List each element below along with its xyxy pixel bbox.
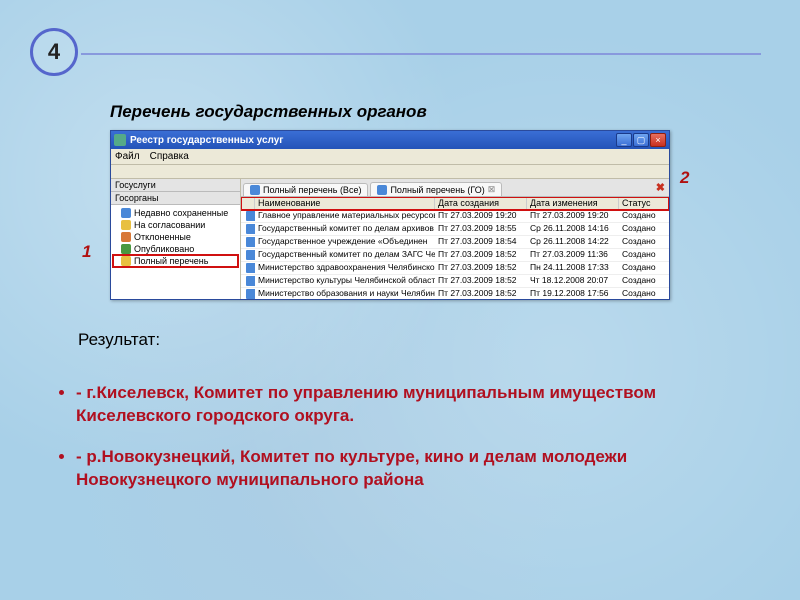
sidebar-item-published[interactable]: Опубликовано [113,243,238,255]
folder-icon [121,220,131,230]
folder-icon [121,256,131,266]
sidebar-section-gosuslugi[interactable]: Госуслуги [111,179,240,192]
toolbar [111,165,669,179]
sidebar-item-rejected[interactable]: Отклоненные [113,231,238,243]
table-row[interactable]: Государственный комитет по делам архивов… [241,223,669,236]
maximize-button[interactable]: ▢ [633,133,649,147]
cell-created: Пт 27.03.2009 18:52 [435,275,527,287]
tabbar: Полный перечень (Все) Полный перечень (Г… [241,179,669,197]
sidebar-section-gosorgany[interactable]: Госорганы [111,192,240,205]
tab-label: Полный перечень (Все) [263,185,361,195]
cell-modified: Пт 27.03.2009 19:20 [527,210,619,222]
menu-file[interactable]: Файл [115,151,140,162]
cell-modified: Пн 24.11.2008 17:33 [527,262,619,274]
app-icon [114,134,126,146]
window-title: Реестр государственных услуг [130,135,616,146]
cell-status: Создано [619,288,669,299]
sidebar: Госуслуги Госорганы Недавно сохраненные … [111,179,241,299]
cell-created: Пт 27.03.2009 18:52 [435,249,527,261]
row-icon [246,250,255,260]
cell-created: Пт 27.03.2009 18:52 [435,262,527,274]
sidebar-item-recent[interactable]: Недавно сохраненные [113,207,238,219]
sidebar-item-full-list[interactable]: Полный перечень [113,255,238,267]
menubar: Файл Справка [111,149,669,165]
sidebar-item-approval[interactable]: На согласовании [113,219,238,231]
cell-name: Министерство образования и науки Челябин… [255,288,435,299]
tab-icon [250,185,260,195]
cell-name: Государственный комитет по делам ЗАГС Че… [255,249,435,261]
cell-status: Создано [619,249,669,261]
slide-heading: Перечень государственных органов [110,102,427,122]
bullet-item: - г.Киселевск, Комитет по управлению мун… [76,382,740,428]
slide-number-badge: 4 [30,28,78,76]
cell-modified: Ср 26.11.2008 14:16 [527,223,619,235]
app-window: Реестр государственных услуг _ ▢ × Файл … [110,130,670,300]
sidebar-item-label: На согласовании [134,220,205,230]
result-label: Результат: [78,330,160,350]
tab-label: Полный перечень (ГО) [390,185,484,195]
grid-header-row: Наименование Дата создания Дата изменени… [241,197,669,210]
table-row[interactable]: Министерство образования и науки Челябин… [241,288,669,299]
table-row[interactable]: Министерство культуры Челябинской област… [241,275,669,288]
minimize-button[interactable]: _ [616,133,632,147]
callout-1: 1 [82,242,91,262]
folder-icon [121,232,131,242]
cell-name: Министерство культуры Челябинской област… [255,275,435,287]
row-icon [246,276,255,286]
cell-status: Создано [619,210,669,222]
sidebar-tree: Недавно сохраненные На согласовании Откл… [111,205,240,299]
result-bullets: - г.Киселевск, Комитет по управлению мун… [56,382,740,510]
bullet-item: - р.Новокузнецкий, Комитет по культуре, … [76,446,740,492]
tab-icon [377,185,387,195]
cell-modified: Чт 18.12.2008 20:07 [527,275,619,287]
cell-status: Создано [619,262,669,274]
table-row[interactable]: Министерство здравоохранения Челябинской… [241,262,669,275]
callout-2: 2 [680,168,689,188]
sidebar-item-label: Отклоненные [134,232,191,242]
cell-created: Пт 27.03.2009 18:55 [435,223,527,235]
cell-name: Государственный комитет по делам архивов [255,223,435,235]
sidebar-item-label: Опубликовано [134,244,194,254]
grid-header-modified[interactable]: Дата изменения [527,197,619,209]
table-row[interactable]: Главное управление материальных ресурсов… [241,210,669,223]
table-row[interactable]: Государственное учреждение «ОбъединенПт … [241,236,669,249]
tab-full-list-all[interactable]: Полный перечень (Все) [243,183,368,196]
cell-status: Создано [619,275,669,287]
cell-name: Государственное учреждение «Объединен [255,236,435,248]
grid-header-status[interactable]: Статус [619,197,669,209]
cell-status: Создано [619,223,669,235]
grid-header-name[interactable]: Наименование [255,197,435,209]
grid-body: Главное управление материальных ресурсов… [241,210,669,299]
tab-full-list-go[interactable]: Полный перечень (ГО) ⊠ [370,182,502,196]
row-icon [246,263,255,273]
row-icon [246,224,255,234]
cell-modified: Ср 26.11.2008 14:22 [527,236,619,248]
cell-name: Министерство здравоохранения Челябинской [255,262,435,274]
close-all-tabs-icon[interactable]: ✖ [656,181,665,194]
cell-status: Создано [619,236,669,248]
tab-close-icon[interactable]: ⊠ [488,184,496,195]
cell-created: Пт 27.03.2009 19:20 [435,210,527,222]
sidebar-item-label: Полный перечень [134,256,208,266]
folder-icon [121,244,131,254]
row-icon [246,289,255,299]
row-icon [246,237,255,247]
row-icon [246,211,255,221]
titlebar[interactable]: Реестр государственных услуг _ ▢ × [111,131,669,149]
grid-header-created[interactable]: Дата создания [435,197,527,209]
close-button[interactable]: × [650,133,666,147]
grid-header-icon[interactable] [241,197,255,209]
main-panel: Полный перечень (Все) Полный перечень (Г… [241,179,669,299]
cell-modified: Пт 19.12.2008 17:56 [527,288,619,299]
folder-icon [121,208,131,218]
table-row[interactable]: Государственный комитет по делам ЗАГС Че… [241,249,669,262]
slide-number: 4 [48,39,60,65]
cell-created: Пт 27.03.2009 18:52 [435,288,527,299]
sidebar-item-label: Недавно сохраненные [134,208,228,218]
menu-help[interactable]: Справка [150,151,189,162]
cell-modified: Пт 27.03.2009 11:36 [527,249,619,261]
cell-created: Пт 27.03.2009 18:54 [435,236,527,248]
cell-name: Главное управление материальных ресурсов [255,210,435,222]
